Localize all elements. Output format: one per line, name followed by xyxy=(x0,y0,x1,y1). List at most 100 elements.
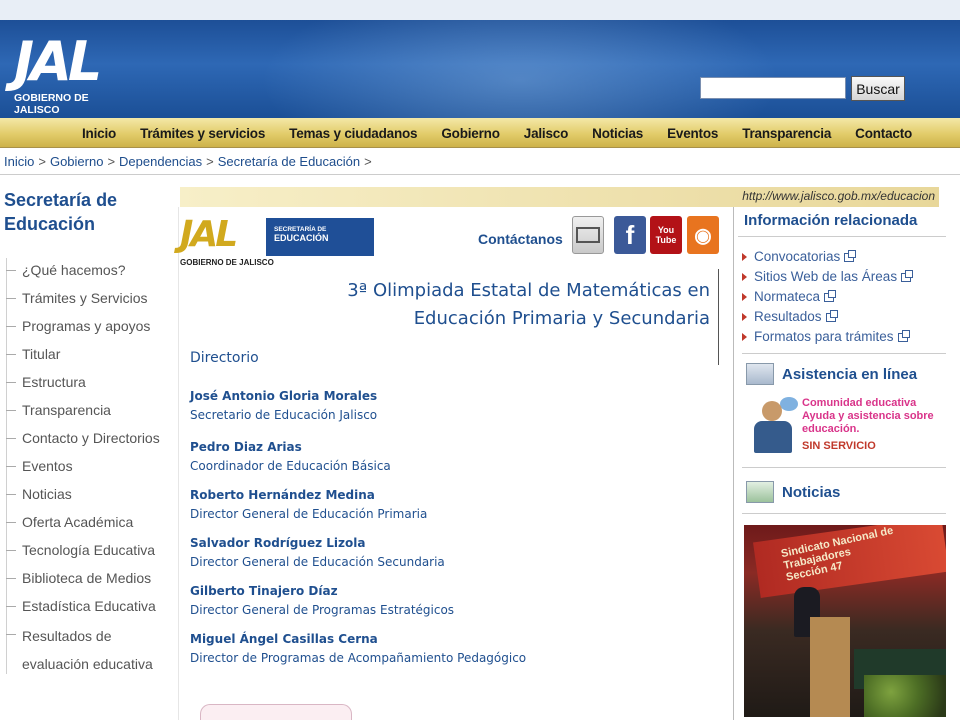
sidebar-title: Secretaría de Educación xyxy=(4,188,117,236)
person-role: Director General de Educación Secundaria xyxy=(190,555,445,569)
related-link-convocatorias[interactable]: Convocatorias xyxy=(742,247,911,267)
badge-secretaria: SECRETARÍA DE EDUCACIÓN xyxy=(266,218,374,256)
right-column: Información relacionada Convocatorias Si… xyxy=(738,207,948,720)
related-links: Convocatorias Sitios Web de las Áreas No… xyxy=(742,247,914,347)
sidebar-item-oferta[interactable]: Oferta Académica xyxy=(4,510,176,538)
main-nav: Inicio Trámites y servicios Temas y ciud… xyxy=(0,118,960,148)
right-column-border xyxy=(733,207,734,720)
logo-subtitle: GOBIERNO DE JALISCO xyxy=(14,92,89,116)
person-name: Salvador Rodríguez Lizola xyxy=(190,536,366,550)
youtube-icon[interactable]: You Tube xyxy=(650,216,682,254)
sidebar-item-tecnologia[interactable]: Tecnología Educativa xyxy=(4,538,176,566)
nav-item-tramites[interactable]: Trámites y servicios xyxy=(140,126,265,141)
directory-entry: Pedro Diaz Arias Coordinador de Educació… xyxy=(190,438,391,476)
person-role: Director General de Educación Primaria xyxy=(190,507,428,521)
related-link-formatos[interactable]: Formatos para trámites xyxy=(742,327,911,347)
external-link-icon xyxy=(825,309,838,322)
mail-icon[interactable] xyxy=(572,216,604,254)
directory-entry: Salvador Rodríguez Lizola Director Gener… xyxy=(190,534,445,572)
external-link-icon xyxy=(844,249,857,262)
sidebar-item-noticias[interactable]: Noticias xyxy=(4,482,176,510)
assist-line2: Ayuda y asistencia sobre educación. xyxy=(802,410,934,435)
content-left-border xyxy=(178,207,179,720)
sidebar-item-estadistica[interactable]: Estadística Educativa xyxy=(4,594,176,622)
rss-icon[interactable]: ◉ xyxy=(687,216,719,254)
secretaria-logo: JAL GOBIERNO DE JALISCO SECRETARÍA DE ED… xyxy=(180,212,374,267)
logo-mark: JAL xyxy=(14,30,102,93)
news-header: Noticias xyxy=(746,481,840,503)
facebook-icon[interactable]: f xyxy=(614,216,646,254)
sidebar-item-programas[interactable]: Programas y apoyos xyxy=(4,314,176,342)
sidebar-item-eventos[interactable]: Eventos xyxy=(4,454,176,482)
nav-item-jalisco[interactable]: Jalisco xyxy=(524,126,569,141)
event-title[interactable]: 3ª Olimpiada Estatal de Matemáticas en E… xyxy=(240,277,710,333)
related-link-label: Resultados xyxy=(754,309,822,324)
assist-status: SIN SERVICIO xyxy=(802,440,876,452)
badge-jal: JAL xyxy=(180,212,270,258)
badge-educacion-text: EDUCACIÓN xyxy=(274,233,329,243)
page: JAL GOBIERNO DE JALISCO Buscar Inicio Tr… xyxy=(0,0,960,720)
header-decoration xyxy=(260,20,780,118)
related-link-sitios[interactable]: Sitios Web de las Áreas xyxy=(742,267,914,287)
sidebar-item-transparencia[interactable]: Transparencia xyxy=(4,398,176,426)
sidebar-item-tramites[interactable]: Trámites y Servicios xyxy=(4,286,176,314)
section-divider xyxy=(742,467,946,468)
photo-podium xyxy=(810,617,850,717)
sidebar-title-line1: Secretaría de xyxy=(4,190,118,210)
nav-item-temas[interactable]: Temas y ciudadanos xyxy=(289,126,417,141)
top-strip xyxy=(0,0,960,20)
breadcrumb-separator: > xyxy=(107,154,116,169)
breadcrumb-divider xyxy=(0,174,960,175)
person-role: Director de Programas de Acompañamiento … xyxy=(190,651,527,665)
sidebar-item-contacto[interactable]: Contacto y Directorios xyxy=(4,426,176,454)
nav-item-contacto[interactable]: Contacto xyxy=(855,126,912,141)
badge-secretaria-text: SECRETARÍA DE xyxy=(274,226,327,233)
badge-gobierno: GOBIERNO DE JALISCO xyxy=(180,258,274,267)
assist-line1: Comunidad educativa xyxy=(802,397,917,409)
nav-item-noticias[interactable]: Noticias xyxy=(592,126,643,141)
assist-banner[interactable]: Comunidad educativa Ayuda y asistencia s… xyxy=(752,395,942,461)
event-title-line2: Educación Primaria y Secundaria xyxy=(413,308,710,329)
search-input[interactable] xyxy=(700,77,846,99)
section-divider xyxy=(742,513,946,514)
person-name: Miguel Ángel Casillas Cerna xyxy=(190,632,378,646)
title-divider xyxy=(718,269,719,365)
sidebar-item-titular[interactable]: Titular xyxy=(4,342,176,370)
nav-item-inicio[interactable]: Inicio xyxy=(82,126,116,141)
related-link-label: Formatos para trámites xyxy=(754,329,894,344)
nav-item-eventos[interactable]: Eventos xyxy=(667,126,718,141)
person-name: José Antonio Gloria Morales xyxy=(190,389,378,403)
breadcrumb-dependencias[interactable]: Dependencias xyxy=(119,154,202,169)
sidebar-item-que-hacemos[interactable]: ¿Qué hacemos? xyxy=(4,258,176,286)
news-icon xyxy=(746,481,774,503)
directory-entry: Gilberto Tinajero Díaz Director General … xyxy=(190,582,454,620)
jalisco-logo[interactable]: JAL GOBIERNO DE JALISCO xyxy=(14,30,134,117)
sidebar-item-biblioteca[interactable]: Biblioteca de Medios xyxy=(4,566,176,594)
contact-label: Contáctanos xyxy=(478,231,563,247)
search-button[interactable]: Buscar xyxy=(851,76,905,101)
breadcrumb: Inicio > Gobierno > Dependencias > Secretaría … xyxy=(4,154,376,169)
external-link-icon xyxy=(901,269,914,282)
breadcrumb-secretaria[interactable]: Secretaría de Educación xyxy=(218,154,360,169)
news-title: Noticias xyxy=(782,483,841,501)
nav-item-transparencia[interactable]: Transparencia xyxy=(742,126,831,141)
sidebar-item-estructura[interactable]: Estructura xyxy=(4,370,176,398)
breadcrumb-separator: > xyxy=(38,154,46,169)
related-link-resultados[interactable]: Resultados xyxy=(742,307,911,327)
external-link-icon xyxy=(824,289,837,302)
section-divider xyxy=(742,353,946,354)
nav-item-gobierno[interactable]: Gobierno xyxy=(441,126,500,141)
url-banner: http://www.jalisco.gob.mx/educacion xyxy=(180,187,939,207)
related-link-label: Normateca xyxy=(754,289,821,304)
bottom-tab[interactable] xyxy=(200,704,352,720)
breadcrumb-separator: > xyxy=(364,154,372,169)
person-body xyxy=(754,421,792,453)
breadcrumb-gobierno[interactable]: Gobierno xyxy=(50,154,103,169)
related-link-normateca[interactable]: Normateca xyxy=(742,287,911,307)
sidebar-item-resultados[interactable]: Resultados de evaluación educativa xyxy=(4,622,176,672)
breadcrumb-inicio[interactable]: Inicio xyxy=(4,154,34,169)
main-content: JAL GOBIERNO DE JALISCO SECRETARÍA DE ED… xyxy=(180,207,730,720)
breadcrumb-separator: > xyxy=(206,154,214,169)
directory-entry: José Antonio Gloria Morales Secretario d… xyxy=(190,387,377,425)
news-photo[interactable]: Sindicato Nacional de Trabajadores Secci… xyxy=(744,525,946,717)
